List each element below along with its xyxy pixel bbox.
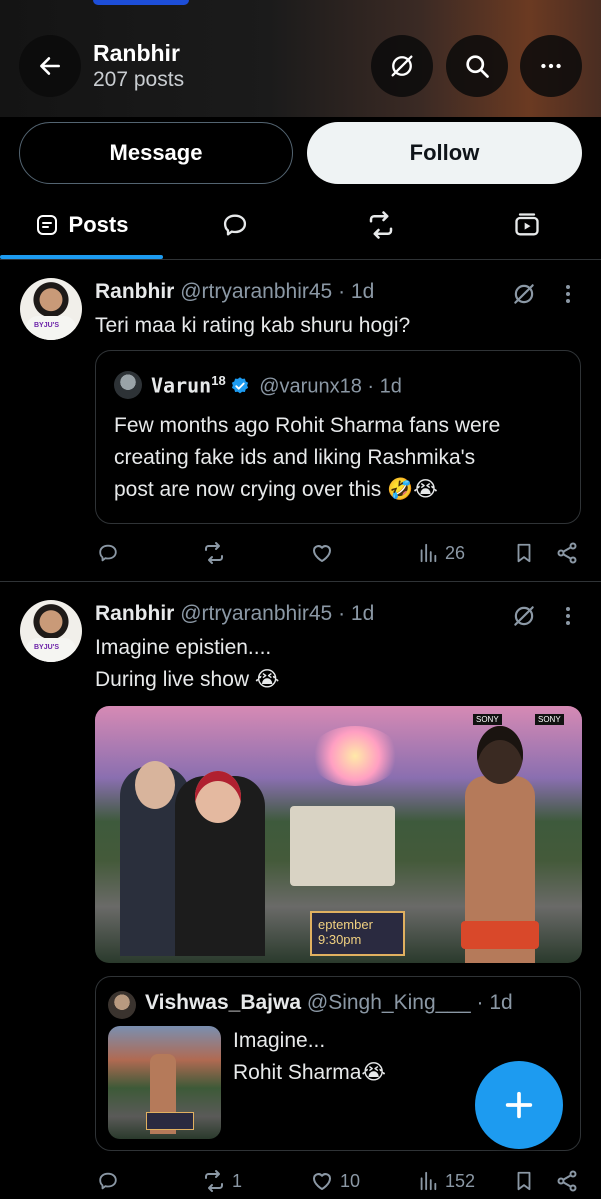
post-actions: 1 10 152 bbox=[95, 1163, 581, 1199]
grok-icon[interactable] bbox=[508, 278, 540, 310]
quoted-author-handle: @varunx18 · 1d bbox=[259, 375, 402, 398]
quoted-text-line: creating fake ids and liking Rashmika's bbox=[114, 446, 476, 469]
quoted-post-text: Few months ago Rohit Sharma fans were cr… bbox=[114, 410, 500, 506]
reply-icon bbox=[99, 1172, 117, 1190]
share-button[interactable] bbox=[555, 535, 579, 571]
post-text-line: During live show 😭 bbox=[95, 668, 280, 691]
heart-icon bbox=[313, 1173, 331, 1190]
reply-icon bbox=[99, 544, 117, 562]
bookmark-icon bbox=[517, 1171, 531, 1191]
post-count: 207 posts bbox=[93, 68, 185, 91]
post-text: Teri maa ki rating kab shuru hogi? bbox=[95, 314, 411, 337]
compose-button[interactable] bbox=[475, 1061, 563, 1149]
like-button[interactable] bbox=[310, 535, 334, 571]
author-name[interactable]: Ranbhir bbox=[95, 602, 174, 625]
message-button[interactable]: Message bbox=[19, 122, 293, 184]
avatar[interactable]: BYJU'S bbox=[20, 600, 82, 662]
author-name[interactable]: Ranbhir bbox=[95, 280, 174, 303]
posts-icon bbox=[36, 215, 57, 235]
share-icon bbox=[557, 1170, 577, 1192]
image-screen: eptember 9:30pm bbox=[310, 911, 405, 956]
quoted-author-name: Varun bbox=[151, 373, 212, 398]
post-text-line: Imagine epistien.... bbox=[95, 636, 272, 659]
author-handle: @rtryaranbhir45 · 1d bbox=[180, 602, 375, 625]
channel-logo: SONY bbox=[535, 714, 564, 725]
repost-icon bbox=[369, 211, 393, 239]
repost-button[interactable] bbox=[202, 535, 226, 571]
quoted-author-handle: @Singh_King___ · 1d bbox=[306, 991, 513, 1014]
plus-icon bbox=[505, 1091, 533, 1119]
media-icon bbox=[515, 213, 539, 236]
search-icon bbox=[466, 55, 489, 78]
profile-header: Ranbhir 207 posts bbox=[0, 0, 601, 117]
more-vertical-icon[interactable] bbox=[556, 600, 580, 632]
share-icon bbox=[557, 542, 577, 564]
post-actions: 26 bbox=[95, 535, 581, 571]
avatar[interactable]: BYJU'S bbox=[20, 278, 82, 340]
back-button[interactable] bbox=[19, 35, 81, 97]
reply-button[interactable] bbox=[97, 1163, 119, 1199]
views-count: 152 bbox=[445, 1170, 476, 1191]
views-button[interactable]: 152 bbox=[417, 1163, 475, 1199]
tab-posts[interactable]: Posts bbox=[0, 192, 163, 259]
bookmark-button[interactable] bbox=[513, 535, 535, 571]
grok-icon bbox=[391, 55, 413, 77]
repost-icon bbox=[205, 542, 223, 564]
views-icon bbox=[420, 1171, 437, 1191]
reply-button[interactable] bbox=[97, 535, 119, 571]
reply-icon bbox=[223, 214, 247, 236]
image-screen-line: 9:30pm bbox=[318, 932, 362, 947]
quoted-post-header: Varun18 @varunx18 · 1d bbox=[151, 373, 402, 399]
more-options-button[interactable] bbox=[520, 35, 582, 97]
repost-button[interactable]: 1 bbox=[202, 1163, 242, 1199]
quoted-post-header: Vishwas_Bajwa @Singh_King___ · 1d bbox=[145, 991, 513, 1015]
more-vertical-icon[interactable] bbox=[556, 278, 580, 310]
post-image[interactable]: eptember 9:30pm SONY SONY bbox=[95, 706, 582, 963]
repost-count: 1 bbox=[232, 1170, 243, 1191]
profile-tabs: Posts bbox=[0, 192, 601, 260]
arrow-left-icon bbox=[40, 57, 60, 75]
header-top-strip bbox=[93, 0, 189, 5]
quoted-text-line: post are now crying over this 🤣😭 bbox=[114, 478, 438, 501]
grok-button[interactable] bbox=[371, 35, 433, 97]
heart-icon bbox=[313, 545, 331, 562]
profile-name: Ranbhir bbox=[93, 40, 180, 66]
views-icon bbox=[420, 543, 437, 563]
quoted-text-line: Imagine... bbox=[233, 1029, 326, 1052]
tab-reposts[interactable] bbox=[336, 192, 426, 258]
bookmark-button[interactable] bbox=[513, 1163, 535, 1199]
like-button[interactable]: 10 bbox=[310, 1163, 360, 1199]
post[interactable]: BYJU'S Ranbhir @rtryaranbhir45 · 1d Teri… bbox=[0, 262, 601, 582]
quoted-author-name-suffix: 18 bbox=[211, 373, 226, 388]
follow-button[interactable]: Follow bbox=[307, 122, 582, 184]
avatar bbox=[108, 991, 136, 1019]
quoted-post-text: Imagine... Rohit Sharma😭 bbox=[233, 1025, 386, 1089]
avatar bbox=[114, 371, 142, 399]
image-screen-line: eptember bbox=[318, 917, 373, 932]
share-button[interactable] bbox=[555, 1163, 579, 1199]
search-button[interactable] bbox=[446, 35, 508, 97]
views-button[interactable]: 26 bbox=[417, 535, 465, 571]
bookmark-icon bbox=[517, 543, 531, 563]
author-handle: @rtryaranbhir45 · 1d bbox=[180, 280, 375, 303]
views-count: 26 bbox=[445, 542, 466, 563]
tab-posts-label: Posts bbox=[68, 212, 129, 237]
channel-logo: SONY bbox=[473, 714, 502, 725]
quoted-image bbox=[108, 1026, 221, 1139]
repost-icon bbox=[205, 1170, 223, 1192]
verified-badge-icon bbox=[231, 376, 248, 394]
quoted-text-line: Few months ago Rohit Sharma fans were bbox=[114, 414, 501, 437]
grok-icon[interactable] bbox=[508, 600, 540, 632]
more-horizontal-icon bbox=[541, 63, 561, 69]
post-header: Ranbhir @rtryaranbhir45 · 1d bbox=[95, 280, 374, 304]
post-header: Ranbhir @rtryaranbhir45 · 1d bbox=[95, 602, 374, 626]
active-tab-indicator bbox=[0, 255, 163, 259]
tab-media[interactable] bbox=[482, 192, 572, 258]
quoted-author-name: Vishwas_Bajwa bbox=[145, 991, 302, 1014]
quoted-text-line: Rohit Sharma😭 bbox=[233, 1061, 386, 1084]
like-count: 10 bbox=[340, 1170, 361, 1191]
tab-replies[interactable] bbox=[190, 192, 280, 258]
post-text: Imagine epistien.... During live show 😭 bbox=[95, 632, 279, 696]
quoted-post[interactable]: Varun18 @varunx18 · 1d Few months ago Ro… bbox=[95, 350, 581, 524]
